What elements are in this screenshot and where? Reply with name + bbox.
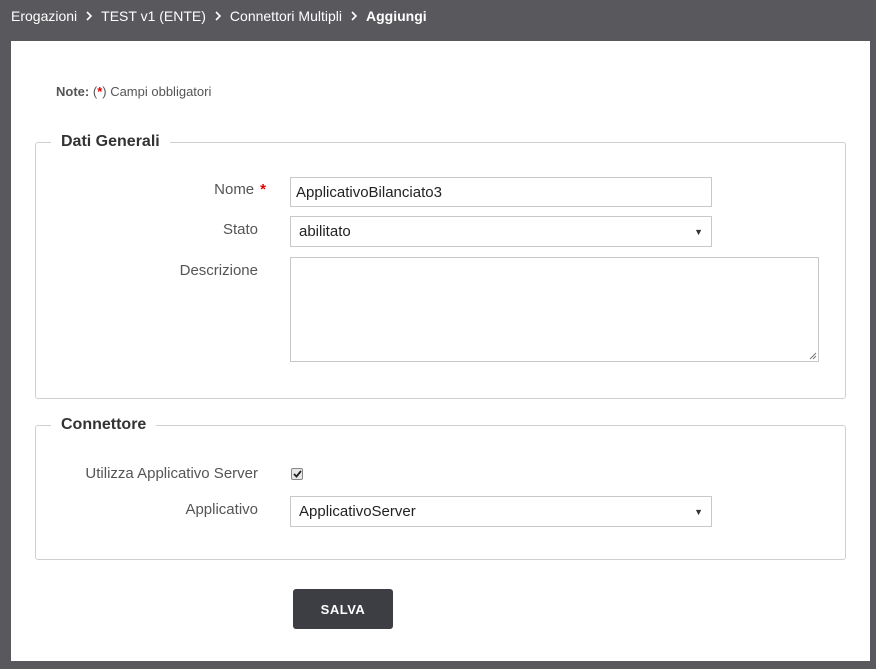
note-title: Note:	[56, 84, 90, 99]
note-text: ) Campi obbligatori	[102, 84, 212, 99]
stato-selected-value: abilitato	[299, 223, 351, 240]
nome-label: Nome	[214, 181, 255, 198]
applicativo-label: Applicativo	[185, 501, 258, 518]
form-panel: Note: (*) Campi obbligatori Dati General…	[11, 41, 870, 661]
stato-select[interactable]: abilitato ▼	[290, 216, 712, 247]
chevron-right-icon	[342, 9, 366, 23]
nome-label-wrap: Nome *	[36, 181, 266, 198]
descrizione-label: Descrizione	[179, 262, 258, 279]
breadcrumb-item-test[interactable]: TEST v1 (ENTE)	[101, 8, 206, 24]
nome-input[interactable]: ApplicativoBilanciato3	[290, 177, 712, 207]
utilizza-applicativo-server-checkbox[interactable]	[291, 468, 303, 480]
caret-down-icon: ▼	[694, 506, 703, 517]
breadcrumb-current: Aggiungi	[365, 8, 427, 24]
applicativo-select[interactable]: ApplicativoServer ▼	[290, 496, 712, 527]
stato-label: Stato	[222, 221, 258, 238]
breadcrumb-item-erogazioni[interactable]: Erogazioni	[11, 8, 77, 24]
descrizione-textarea[interactable]	[290, 257, 819, 362]
chevron-right-icon	[77, 9, 101, 23]
breadcrumb-item-connettori-multipli[interactable]: Connettori Multipli	[230, 8, 342, 24]
resize-grip-icon[interactable]	[809, 352, 817, 360]
applicativo-selected-value: ApplicativoServer	[299, 503, 416, 520]
save-button[interactable]: SALVA	[293, 589, 393, 629]
caret-down-icon: ▼	[694, 226, 703, 237]
section-title-dati-generali: Dati Generali	[51, 133, 170, 151]
section-dati-generali: Dati Generali Nome * ApplicativoBilanciat…	[35, 133, 846, 399]
chevron-right-icon	[206, 9, 230, 23]
check-icon	[292, 470, 302, 478]
required-fields-note: Note: (*) Campi obbligatori	[56, 84, 211, 99]
section-title-connettore: Connettore	[51, 416, 157, 434]
breadcrumb: Erogazioni TEST v1 (ENTE) Connettori Mul…	[0, 0, 876, 32]
nome-required-star: *	[260, 181, 266, 198]
section-connettore: Connettore Utilizza Applicativo Server A…	[35, 416, 846, 560]
utilizza-applicativo-server-label: Utilizza Applicativo Server	[85, 465, 258, 482]
